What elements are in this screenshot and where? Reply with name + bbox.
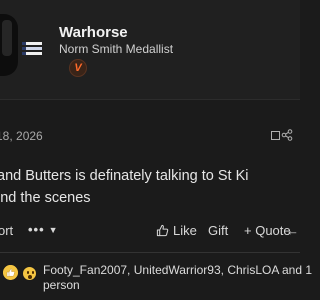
reactors-list[interactable]: Footy_Fan2007, UnitedWarrior93, ChrisLOA… [43, 263, 313, 293]
club-badge-icon [22, 42, 42, 56]
share-icon[interactable] [281, 129, 293, 141]
post-message: and Butters is definately talking to St … [0, 165, 317, 209]
user-title: Norm Smith Medallist [59, 42, 174, 56]
username-link[interactable]: Warhorse [59, 24, 128, 41]
more-dots-icon: ••• [28, 222, 45, 237]
rank-badge-label: V [74, 62, 82, 74]
chevron-down-icon: ▼ [48, 224, 58, 235]
reactors-line: person [43, 278, 80, 292]
post-meta: 18, 2026 [0, 127, 300, 145]
reactors-line: Footy_Fan2007, UnitedWarrior93, ChrisLOA… [43, 263, 313, 277]
message-line: and Butters is definately talking to St … [0, 168, 249, 184]
user-avatar[interactable] [0, 14, 18, 76]
like-label: Like [173, 223, 197, 238]
rank-badge-icon: V [69, 59, 87, 77]
post-header: Warhorse Norm Smith Medallist V [0, 0, 300, 100]
report-link[interactable]: ort [0, 223, 13, 238]
thumbs-up-icon[interactable] [3, 265, 18, 280]
message-line: ind the scenes [0, 190, 91, 206]
quote-button[interactable]: + Quote [244, 223, 291, 238]
like-button[interactable]: Like [156, 223, 197, 238]
reply-button[interactable]: ← [286, 223, 299, 238]
forum-post: Warhorse Norm Smith Medallist V 18, 2026… [0, 0, 313, 300]
post-actions: ort ••• ▼ Like Gift + Quote ← [0, 220, 300, 242]
more-options-button[interactable]: ••• ▼ [28, 222, 58, 237]
divider [0, 252, 300, 253]
gift-button[interactable]: Gift [208, 223, 228, 238]
reactions-bar: Footy_Fan2007, UnitedWarrior93, ChrisLOA… [0, 260, 313, 300]
bookmark-icon[interactable] [271, 131, 280, 140]
thumbs-up-outline-icon [156, 224, 169, 237]
wow-face-icon[interactable] [22, 266, 37, 281]
post-date[interactable]: 18, 2026 [0, 129, 43, 143]
